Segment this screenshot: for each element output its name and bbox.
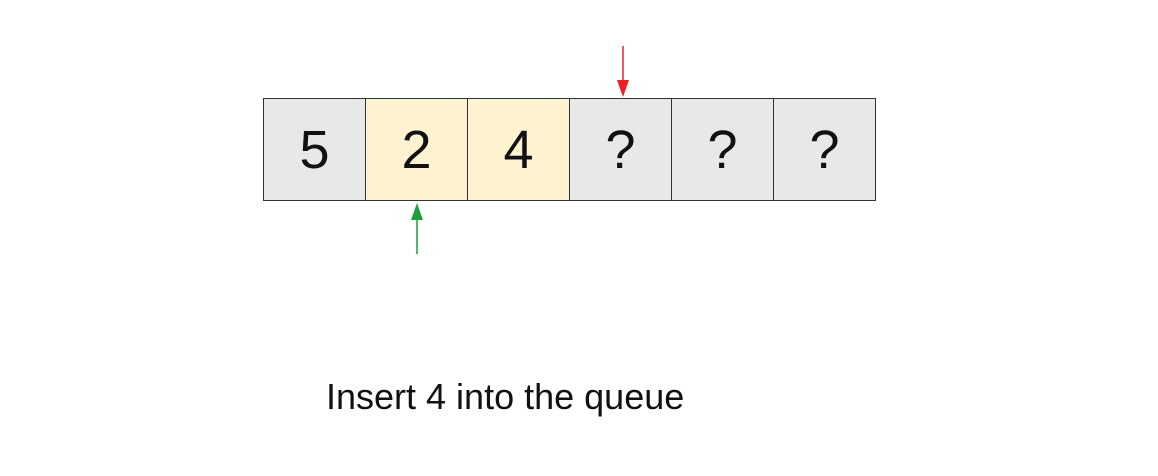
head-pointer-head	[411, 203, 423, 220]
tail-pointer-head	[617, 80, 629, 97]
queue-cell-3: ?	[569, 98, 672, 201]
queue-cell-0: 5	[263, 98, 366, 201]
queue-cell-5: ?	[773, 98, 876, 201]
queue-cell-4: ?	[671, 98, 774, 201]
queue-cell-1: 2	[365, 98, 468, 201]
queue-array: 5 2 4 ? ? ?	[263, 98, 876, 201]
caption-text: Insert 4 into the queue	[326, 376, 685, 417]
queue-cell-2: 4	[467, 98, 570, 201]
tail-pointer-arrow	[617, 46, 629, 97]
head-pointer-arrow	[411, 203, 423, 254]
